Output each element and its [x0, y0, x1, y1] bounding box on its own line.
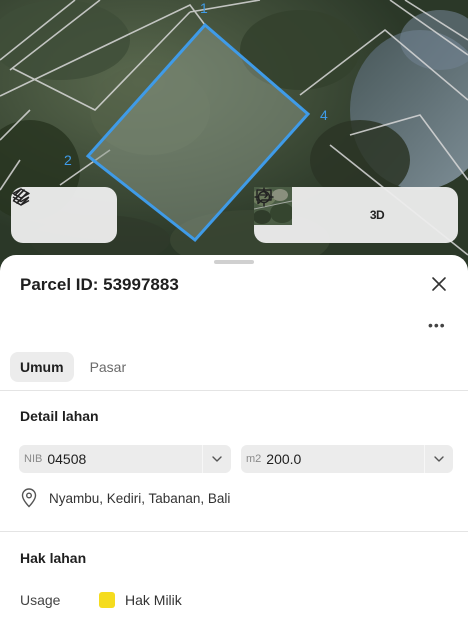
- parcel-title: Parcel ID: 53997883: [20, 275, 179, 294]
- area-field[interactable]: m2 200.0: [241, 445, 453, 473]
- vertex-label-1: 1: [200, 0, 208, 16]
- usage-color-swatch: [99, 592, 115, 608]
- route-icon: [13, 189, 29, 205]
- sheet-drag-handle[interactable]: [214, 260, 254, 264]
- location-text: Nyambu, Kediri, Tabanan, Bali: [49, 490, 231, 506]
- tabs-divider: [0, 390, 468, 391]
- map-view[interactable]: 1 2 4 3D: [0, 0, 468, 275]
- tab-umum[interactable]: Umum: [10, 352, 74, 382]
- section-divider: [0, 531, 468, 532]
- rights-section-title: Hak lahan: [20, 550, 87, 566]
- chat-button[interactable]: [256, 189, 449, 239]
- nib-dropdown-button[interactable]: [202, 445, 231, 473]
- map-view-panel: 3D: [254, 187, 458, 243]
- chevron-down-icon: [212, 456, 222, 462]
- 3d-button[interactable]: 3D: [353, 191, 401, 239]
- usage-value: Hak Milik: [125, 592, 182, 608]
- chevron-down-icon: [434, 456, 444, 462]
- close-button[interactable]: [428, 273, 450, 295]
- detail-tabs: Umum Pasar: [10, 352, 136, 382]
- map-tools-panel: [11, 187, 117, 243]
- usage-row: Usage Hak Milik: [20, 592, 182, 608]
- tab-pasar[interactable]: Pasar: [80, 352, 137, 382]
- 3d-icon: 3D: [369, 208, 385, 222]
- area-dropdown-button[interactable]: [424, 445, 453, 473]
- close-icon: [432, 277, 446, 291]
- vertex-label-4: 4: [320, 107, 328, 123]
- location-pin-icon: [21, 488, 37, 508]
- area-value: 200.0: [266, 451, 302, 467]
- nib-prefix: NIB: [24, 453, 43, 465]
- locate-button[interactable]: [254, 187, 353, 239]
- more-options-button[interactable]: •••: [428, 317, 446, 333]
- parcel-detail-sheet: Parcel ID: 53997883 ••• Umum Pasar Detai…: [0, 255, 468, 624]
- location-row: Nyambu, Kediri, Tabanan, Bali: [20, 488, 230, 508]
- usage-label: Usage: [20, 592, 61, 608]
- vertex-label-2: 2: [64, 152, 72, 168]
- detail-section-title: Detail lahan: [20, 408, 99, 424]
- nib-field[interactable]: NIB 04508: [19, 445, 231, 473]
- chat-icon: [256, 189, 272, 205]
- area-prefix: m2: [246, 453, 262, 465]
- nib-value: 04508: [47, 451, 87, 467]
- route-button[interactable]: [13, 189, 113, 239]
